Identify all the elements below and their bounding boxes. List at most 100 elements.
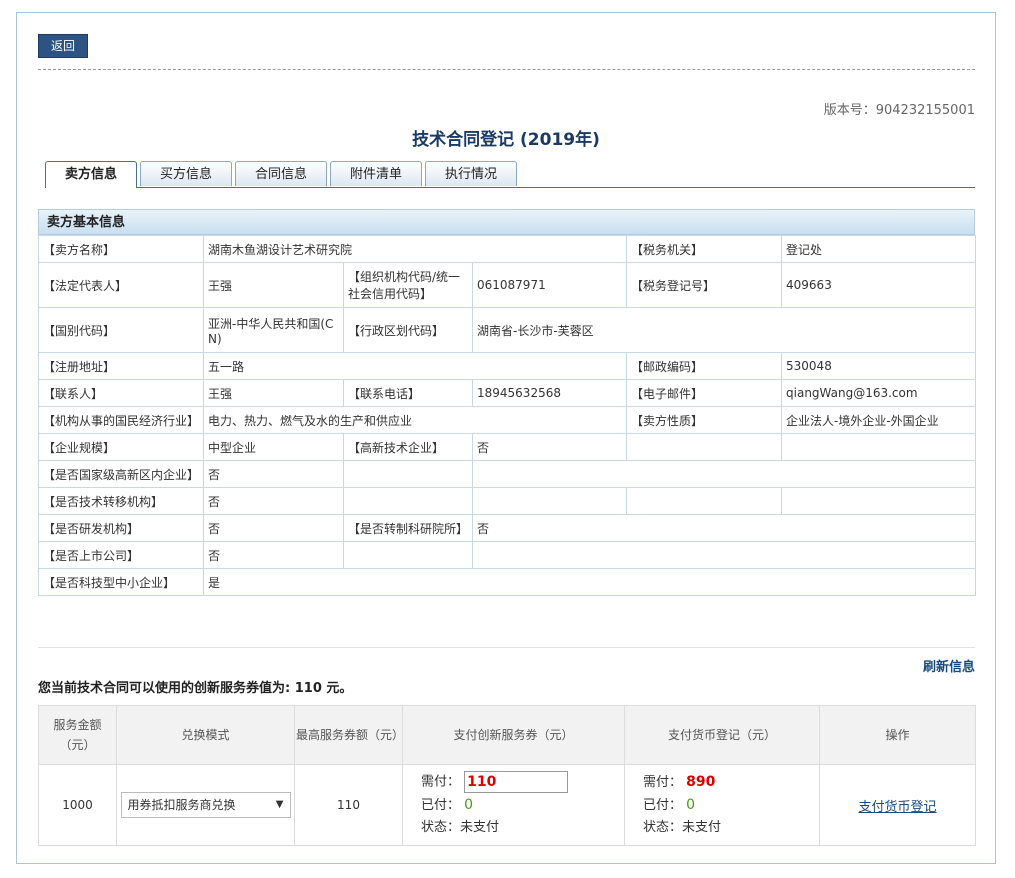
- voucher-due-input[interactable]: 110: [464, 771, 569, 794]
- table-row: 1000 用券抵扣服务商兑换 ▼ 110 需付： 110 已付： 0 状态：未支…: [38, 764, 976, 846]
- field-label: 【卖方名称】: [38, 235, 204, 263]
- nature-value: 企业法人-境外企业-外国企业: [781, 406, 977, 434]
- table-row: 【是否科技型中小企业】 是: [38, 568, 977, 596]
- field-label: 【高新技术企业】: [343, 433, 473, 461]
- voucher-due-label: 需付：: [421, 774, 461, 790]
- region-value: 湖南省-长沙市-芙蓉区: [471, 307, 977, 353]
- tab-seller-info[interactable]: 卖方信息: [45, 161, 137, 188]
- table-row: 【联系人】 王强 【联系电话】 18945632568 【电子邮件】 qiang…: [38, 379, 977, 407]
- tax-authority-value: 登记处: [781, 235, 977, 263]
- version-number: 版本号：904232155001: [823, 103, 975, 118]
- legal-rep-value: 王强: [203, 262, 344, 308]
- field-label: 【行政区划代码】: [343, 307, 473, 353]
- tab-execution[interactable]: 执行情况: [425, 161, 517, 186]
- cash-due-value: 890: [686, 774, 716, 790]
- field-label: 【电子邮件】: [626, 379, 783, 407]
- table-row: 【机构从事的国民经济行业】 电力、热力、燃气及水的生产和供应业 【卖方性质】 企…: [38, 406, 977, 434]
- empty-cell: [343, 541, 473, 569]
- page-title: 技术合同登记 (2019年): [412, 130, 600, 150]
- rd-org-value: 否: [203, 514, 344, 542]
- refresh-link[interactable]: 刷新信息: [923, 656, 975, 675]
- back-button[interactable]: 返回: [38, 34, 88, 58]
- table-row: 【是否技术转移机构】 否: [38, 487, 977, 515]
- org-code-value: 061087971: [471, 262, 628, 308]
- main-frame: 返回 版本号：904232155001 技术合同登记 (2019年) 卖方信息 …: [16, 12, 996, 864]
- table-row: 【法定代表人】 王强 【组织机构代码/统一社会信用代码】 061087971 【…: [38, 262, 977, 308]
- table-header-row: 服务金额（元） 兑换模式 最高服务券额（元） 支付创新服务券（元） 支付货币登记…: [38, 705, 976, 765]
- cash-paid-value: 0: [686, 797, 696, 813]
- voucher-payment-cell: 需付： 110 已付： 0 状态：未支付: [402, 764, 625, 846]
- field-label: 【机构从事的国民经济行业】: [38, 406, 204, 434]
- phone-value: 18945632568: [471, 379, 628, 407]
- empty-cell: [343, 460, 473, 488]
- industry-value: 电力、热力、燃气及水的生产和供应业: [202, 406, 628, 434]
- field-label: 【税务机关】: [626, 235, 783, 263]
- exchange-mode-select[interactable]: 用券抵扣服务商兑换 ▼: [120, 792, 291, 818]
- field-label: 【税务登记号】: [626, 262, 783, 308]
- country-value: 亚洲-中华人民共和国(CN): [203, 307, 344, 353]
- field-label: 【企业规模】: [38, 433, 204, 461]
- tab-attachments[interactable]: 附件清单: [330, 161, 422, 186]
- section-title: 卖方基本信息: [38, 209, 975, 235]
- sme-value: 是: [202, 568, 977, 596]
- table-row: 【卖方名称】 湖南木鱼湖设计艺术研究院 【税务机关】 登记处: [38, 235, 977, 263]
- seller-name-value: 湖南木鱼湖设计艺术研究院: [202, 235, 628, 263]
- empty-cell: [781, 487, 977, 515]
- empty-cell: [626, 433, 783, 461]
- table-row: 【是否研发机构】 否 【是否转制科研院所】 否: [38, 514, 977, 542]
- field-label: 【邮政编码】: [626, 352, 783, 380]
- voucher-status: 状态：未支付: [421, 819, 500, 835]
- empty-cell: [626, 487, 783, 515]
- field-label: 【国别代码】: [38, 307, 204, 353]
- field-label: 【联系人】: [38, 379, 204, 407]
- field-label: 【是否转制科研院所】: [343, 514, 473, 542]
- postcode-value: 530048: [781, 352, 977, 380]
- cash-paid-label: 已付：: [643, 798, 683, 813]
- exchange-mode-value: 用券抵扣服务商兑换: [127, 798, 236, 812]
- payment-table: 服务金额（元） 兑换模式 最高服务券额（元） 支付创新服务券（元） 支付货币登记…: [38, 705, 976, 846]
- voucher-paid-value: 0: [464, 796, 474, 813]
- field-label: 【是否国家级高新区内企业】: [38, 460, 204, 488]
- email-value: qiangWang@163.com: [781, 379, 977, 407]
- field-label: 【卖方性质】: [626, 406, 783, 434]
- scale-value: 中型企业: [203, 433, 344, 461]
- field-label: 【是否技术转移机构】: [38, 487, 204, 515]
- column-header: 操作: [819, 705, 976, 765]
- field-label: 【法定代表人】: [38, 262, 204, 308]
- pay-cash-register-link[interactable]: 支付货币登记: [858, 800, 936, 815]
- field-label: 【联系电话】: [343, 379, 473, 407]
- field-label: 【组织机构代码/统一社会信用代码】: [343, 262, 473, 308]
- column-header: 支付创新服务券（元）: [402, 705, 625, 765]
- action-cell: 支付货币登记: [819, 764, 976, 846]
- table-row: 【国别代码】 亚洲-中华人民共和国(CN) 【行政区划代码】 湖南省-长沙市-芙…: [38, 307, 977, 353]
- converted-inst-value: 否: [471, 514, 977, 542]
- hightech-value: 否: [471, 433, 628, 461]
- column-header: 最高服务券额（元）: [294, 705, 404, 765]
- voucher-paid-label: 已付：: [421, 797, 461, 813]
- tax-reg-value: 409663: [781, 262, 977, 308]
- field-label: 【注册地址】: [38, 352, 204, 380]
- divider: [38, 647, 975, 648]
- tab-bar: 卖方信息 买方信息 合同信息 附件清单 执行情况: [45, 161, 975, 188]
- tab-buyer-info[interactable]: 买方信息: [140, 161, 232, 186]
- column-header: 支付货币登记（元）: [624, 705, 820, 765]
- empty-cell: [343, 487, 473, 515]
- tab-contract-info[interactable]: 合同信息: [235, 161, 327, 186]
- table-row: 【注册地址】 五一路 【邮政编码】 530048: [38, 352, 977, 380]
- table-row: 【是否国家级高新区内企业】 否: [38, 460, 977, 488]
- field-label: 【是否研发机构】: [38, 514, 204, 542]
- cash-payment-cell: 需付： 890 已付： 0 状态：未支付: [624, 764, 820, 846]
- max-voucher-amount: 110: [294, 764, 403, 846]
- field-label: 【是否科技型中小企业】: [38, 568, 204, 596]
- contact-value: 王强: [203, 379, 344, 407]
- seller-info-table: 【卖方名称】 湖南木鱼湖设计艺术研究院 【税务机关】 登记处 【法定代表人】 王…: [38, 235, 977, 596]
- hightech-zone-value: 否: [203, 460, 344, 488]
- column-header: 服务金额（元）: [38, 705, 117, 765]
- dropdown-arrow-icon: ▼: [275, 799, 284, 810]
- voucher-notice: 您当前技术合同可以使用的创新服务券值为: 110 元。: [38, 681, 353, 696]
- service-amount: 1000: [38, 764, 117, 846]
- transfer-org-value: 否: [203, 487, 344, 515]
- empty-cell: [471, 541, 977, 569]
- empty-cell: [471, 460, 977, 488]
- listed-value: 否: [203, 541, 344, 569]
